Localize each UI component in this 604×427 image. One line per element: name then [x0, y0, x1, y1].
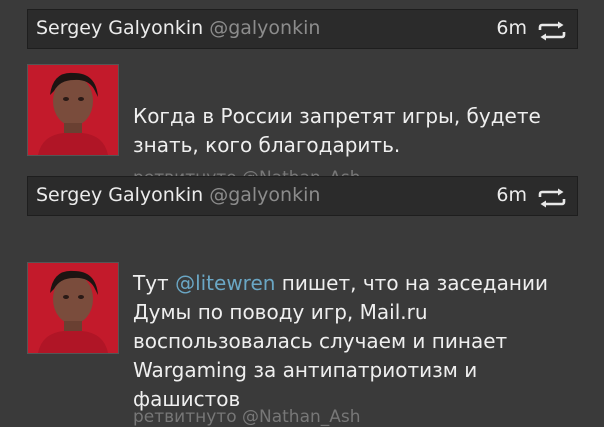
avatar[interactable] — [27, 262, 119, 354]
tweet-author[interactable]: Sergey Galyonkin @galyonkin — [36, 184, 320, 206]
retweet-icon[interactable] — [537, 188, 567, 208]
tweet-card[interactable]: Sergey Galyonkin @galyonkin 6m Тут @lite… — [27, 176, 578, 427]
retweeted-by[interactable]: ретвитнуто @Nathan_Ash — [133, 407, 361, 427]
tweet-text: Тут @litewren пишет, что на заседании Ду… — [133, 269, 573, 414]
author-name: Sergey Galyonkin — [36, 17, 204, 39]
tweet-time: 6m — [496, 17, 527, 39]
author-handle: @galyonkin — [209, 17, 321, 39]
tweet-card[interactable]: Sergey Galyonkin @galyonkin 6m Когда в Р… — [27, 9, 578, 188]
tweet-text: Когда в России запретят игры, будете зна… — [133, 104, 541, 157]
author-handle: @galyonkin — [209, 184, 321, 206]
avatar[interactable] — [27, 64, 119, 156]
tweet-text-start: Тут — [133, 271, 176, 295]
tweet-header: Sergey Galyonkin @galyonkin 6m — [27, 9, 578, 49]
author-name: Sergey Galyonkin — [36, 184, 204, 206]
retweet-icon[interactable] — [537, 21, 567, 41]
tweet-time: 6m — [496, 184, 527, 206]
tweet-header: Sergey Galyonkin @galyonkin 6m — [27, 176, 578, 216]
mention-link[interactable]: @litewren — [175, 271, 275, 295]
tweet-author[interactable]: Sergey Galyonkin @galyonkin — [36, 17, 320, 39]
